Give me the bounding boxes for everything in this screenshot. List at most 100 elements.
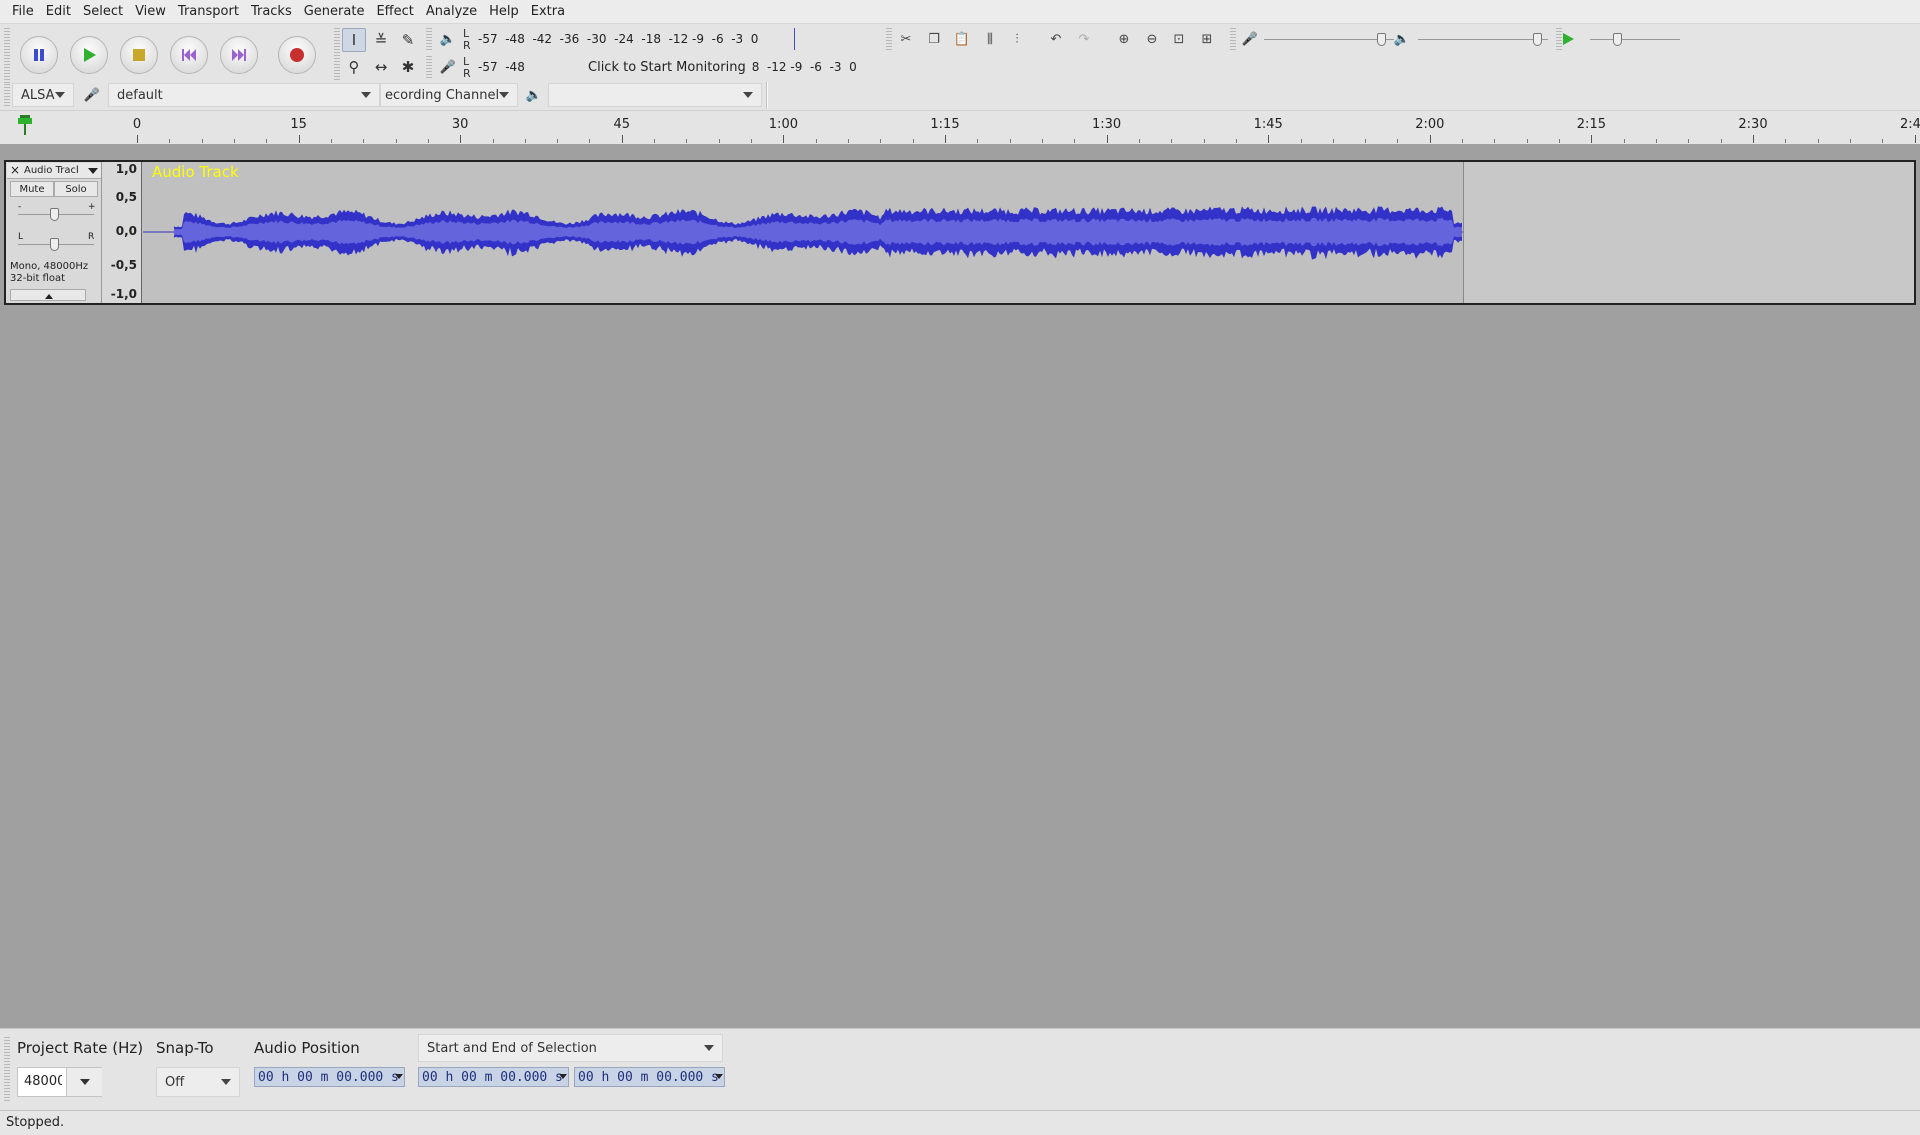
chevron-down-icon[interactable] bbox=[395, 1074, 403, 1079]
menu-file[interactable]: File bbox=[6, 0, 40, 24]
record-meter-grip[interactable] bbox=[426, 56, 432, 78]
play-at-speed-button[interactable] bbox=[1556, 27, 1580, 51]
waveform-clip[interactable]: Audio Track bbox=[143, 162, 1463, 303]
project-rate-dropdown[interactable] bbox=[66, 1068, 102, 1096]
chevron-down-icon[interactable] bbox=[715, 1074, 723, 1079]
device-toolbar-grip[interactable] bbox=[4, 84, 10, 106]
zoom-in-button[interactable]: ⊕ bbox=[1112, 27, 1136, 51]
audio-host-value: ALSA bbox=[21, 87, 55, 103]
chevron-down-icon[interactable] bbox=[559, 1074, 567, 1079]
record-meter-button[interactable]: 🎤 bbox=[436, 55, 460, 79]
menu-help[interactable]: Help bbox=[483, 0, 525, 24]
record-meter[interactable]: -57 -48 Click to Start Monitoring 8 -12 … bbox=[478, 55, 878, 79]
tools-toolbar-grip[interactable] bbox=[334, 28, 340, 80]
recording-volume-thumb[interactable] bbox=[1377, 33, 1386, 46]
selection-tool[interactable]: I bbox=[342, 28, 366, 52]
trim-button[interactable]: ⫼ bbox=[978, 27, 1002, 51]
transport-toolbar-grip[interactable] bbox=[4, 28, 10, 84]
playback-device-select[interactable] bbox=[548, 83, 762, 107]
pin-head-button[interactable] bbox=[16, 115, 34, 140]
silence-button[interactable]: ⫶ bbox=[1005, 27, 1029, 51]
timeline-ruler[interactable]: 0 15 30 45 1:00 1:15 1:30 1:45 2:00 2:15 2:30 2:45 bbox=[0, 110, 1920, 144]
redo-button[interactable]: ↷ bbox=[1072, 27, 1096, 51]
copy-button[interactable]: ❐ bbox=[922, 27, 946, 51]
project-rate-label: Project Rate (Hz) bbox=[17, 1039, 144, 1057]
ruler-major-tick bbox=[460, 135, 462, 143]
ruler-minor-tick bbox=[1041, 139, 1043, 143]
audio-track[interactable]: × Audio Track Mute Solo - + L R Mono, 48… bbox=[4, 160, 1916, 305]
menu-transport[interactable]: Transport bbox=[172, 0, 245, 24]
play-button[interactable] bbox=[70, 36, 108, 74]
cut-button[interactable]: ✂ bbox=[894, 27, 918, 51]
snap-to-select[interactable]: Off bbox=[156, 1067, 240, 1097]
close-track-icon[interactable]: × bbox=[10, 163, 20, 177]
menu-view[interactable]: View bbox=[129, 0, 172, 24]
audio-position-label: Audio Position bbox=[254, 1039, 360, 1057]
zoom-out-button[interactable]: ⊖ bbox=[1140, 27, 1164, 51]
track-control-panel[interactable]: × Audio Track Mute Solo - + L R Mono, 48… bbox=[6, 162, 102, 303]
mute-button[interactable]: Mute bbox=[10, 181, 54, 197]
ruler-minor-tick bbox=[815, 139, 817, 143]
audio-position-time[interactable]: 00 h 00 m 00.000 s bbox=[254, 1067, 405, 1087]
microphone-icon: 🎤 bbox=[1241, 31, 1259, 47]
play-speed-thumb[interactable] bbox=[1613, 33, 1622, 46]
playback-device-icon: 🔈 bbox=[522, 83, 546, 107]
project-rate-value[interactable]: 48000 bbox=[24, 1074, 62, 1089]
paste-button[interactable]: 📋 bbox=[950, 27, 974, 51]
selection-start-time[interactable]: 00 h 00 m 00.000 s bbox=[418, 1067, 569, 1087]
fit-selection-button[interactable]: ⊡ bbox=[1167, 27, 1191, 51]
play-speed-slider[interactable] bbox=[1590, 39, 1680, 40]
playback-volume-slider[interactable] bbox=[1418, 39, 1548, 40]
mixer-toolbar-grip[interactable] bbox=[1230, 28, 1236, 50]
selection-end-time[interactable]: 00 h 00 m 00.000 s bbox=[574, 1067, 725, 1087]
recording-channels-select[interactable]: ecording Channel bbox=[380, 83, 518, 107]
speaker-icon: 🔈 bbox=[439, 31, 457, 47]
selection-toolbar-grip[interactable] bbox=[4, 1037, 10, 1103]
solo-button[interactable]: Solo bbox=[54, 181, 98, 197]
track-menu-chevron-icon[interactable] bbox=[88, 168, 98, 174]
menu-extra[interactable]: Extra bbox=[525, 0, 571, 24]
recording-volume-slider[interactable] bbox=[1264, 39, 1394, 40]
record-meter-prompt[interactable]: Click to Start Monitoring bbox=[588, 60, 746, 75]
undo-button[interactable]: ↶ bbox=[1044, 27, 1068, 51]
menu-select[interactable]: Select bbox=[77, 0, 129, 24]
ruler-tick-label: 1:00 bbox=[768, 117, 798, 132]
envelope-tool[interactable]: ≚ bbox=[369, 28, 393, 52]
draw-tool[interactable]: ✎ bbox=[396, 28, 420, 52]
multi-tool[interactable]: ✱ bbox=[396, 55, 420, 79]
edit-toolbar-grip[interactable] bbox=[886, 28, 892, 50]
stop-button[interactable] bbox=[120, 36, 158, 74]
audio-host-select[interactable]: ALSA bbox=[12, 83, 74, 107]
microphone-icon: 🎤 bbox=[439, 59, 457, 75]
menu-edit[interactable]: Edit bbox=[40, 0, 77, 24]
record-button[interactable] bbox=[278, 36, 316, 74]
project-rate-combo[interactable]: 48000 bbox=[17, 1067, 102, 1097]
playback-meter[interactable]: -57 -48 -42 -36 -30 -24 -18 -12 -9 -6 -3… bbox=[478, 27, 878, 51]
skip-to-start-button[interactable] bbox=[170, 36, 208, 74]
menu-generate[interactable]: Generate bbox=[298, 0, 371, 24]
ruler-minor-tick bbox=[977, 139, 979, 143]
collapse-track-button[interactable] bbox=[10, 289, 86, 301]
pause-button[interactable] bbox=[20, 36, 58, 74]
recording-device-icon: 🎤 bbox=[80, 83, 104, 107]
ruler-minor-tick bbox=[427, 139, 429, 143]
ruler-minor-tick bbox=[1138, 139, 1140, 143]
selection-mode-select[interactable]: Start and End of Selection bbox=[418, 1034, 723, 1062]
track-empty-area[interactable] bbox=[1463, 162, 1914, 303]
gain-slider-thumb[interactable] bbox=[50, 208, 59, 221]
playback-meter-button[interactable]: 🔈 bbox=[436, 27, 460, 51]
ruler-minor-tick bbox=[718, 139, 720, 143]
recording-device-select[interactable]: default bbox=[108, 83, 380, 107]
ruler-minor-tick bbox=[1688, 139, 1690, 143]
menu-tracks[interactable]: Tracks bbox=[245, 0, 298, 24]
menu-analyze[interactable]: Analyze bbox=[420, 0, 483, 24]
playback-volume-thumb[interactable] bbox=[1533, 33, 1542, 46]
menu-effect[interactable]: Effect bbox=[370, 0, 419, 24]
time-shift-tool[interactable]: ↔ bbox=[369, 55, 393, 79]
skip-to-end-button[interactable] bbox=[220, 36, 258, 74]
playback-meter-grip[interactable] bbox=[426, 28, 432, 50]
zoom-tool[interactable]: ⚲ bbox=[342, 55, 366, 79]
pan-slider-thumb[interactable] bbox=[50, 238, 59, 251]
track-title-bar[interactable]: × Audio Track bbox=[7, 163, 101, 179]
fit-project-button[interactable]: ⊞ bbox=[1195, 27, 1219, 51]
